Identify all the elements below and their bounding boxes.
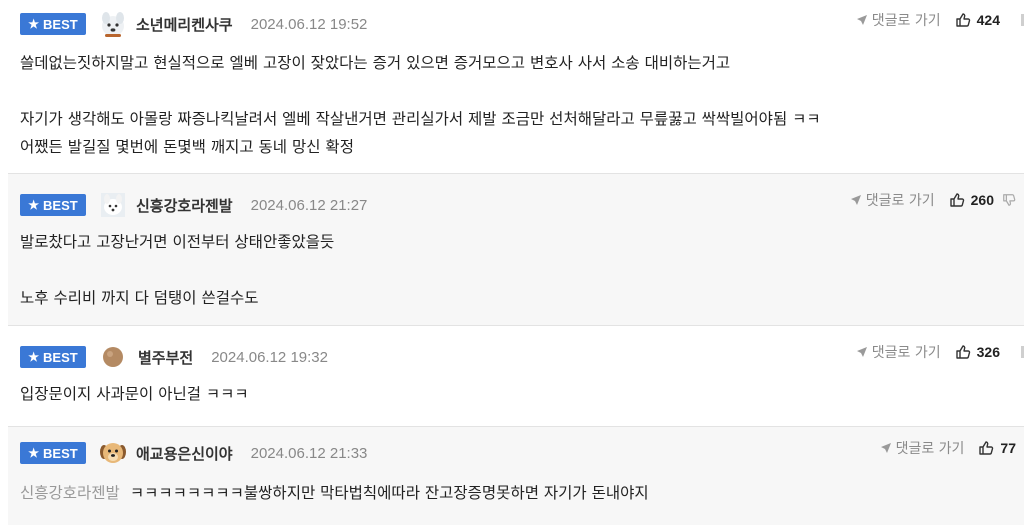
- best-badge: ★ BEST: [20, 13, 86, 35]
- arrow-icon: [856, 15, 867, 25]
- arrow-icon: [850, 195, 861, 205]
- comment-date: 2024.06.12 21:33: [250, 444, 368, 462]
- thumbs-up-icon: [979, 441, 994, 455]
- thumbs-up-icon: [949, 193, 964, 207]
- thumbs-up-icon: [955, 13, 970, 27]
- dislike-button[interactable]: [1002, 193, 1016, 207]
- thumbs-up-icon: [955, 345, 970, 359]
- white-dog-icon: [98, 190, 128, 220]
- comment-body: 쓸데없는짓하지말고 현실적으로 엘베 고장이 잦았다는 증거 있으면 증거모으고…: [20, 54, 821, 156]
- goto-reply-link[interactable]: 댓글로 가기: [856, 342, 941, 362]
- comment-item: ★ BEST 별주부전 2024.06.12 19:32 댓글로 가기 326 입…: [8, 326, 1024, 426]
- comment-body: 신흥강호라젠발 ㅋㅋㅋㅋㅋㅋㅋㅋ불쌍하지만 막타법칙에따라 잔고장증명못하면 자기…: [20, 484, 649, 502]
- comment-date: 2024.06.12 21:27: [250, 196, 368, 214]
- best-badge: ★ BEST: [20, 194, 86, 216]
- comment-body: 입장문이지 사과문이 아닌걸 ㅋㅋㅋ: [20, 385, 249, 403]
- comment-item: ★ BEST 애교용은신이야 2024.06.12 21:33 댓글로 가기 77…: [8, 427, 1024, 525]
- comment-author[interactable]: 애교용은신이야: [136, 443, 233, 464]
- comment-item: ★ BEST 신흥강호라젠발 2024.06.12 21:27 댓글로 가기 26…: [8, 174, 1024, 325]
- comment-date: 2024.06.12 19:52: [250, 15, 368, 33]
- comment-author[interactable]: 별주부전: [138, 347, 193, 368]
- star-icon: ★: [28, 198, 40, 212]
- reply-mention[interactable]: 신흥강호라젠발: [20, 484, 120, 502]
- thumbs-down-icon: [1003, 194, 1016, 206]
- comment-body: 발로찼다고 고장난거면 이전부터 상태안좋았을듯 노후 수리비 까지 다 덤탱이…: [20, 233, 335, 307]
- comment-date: 2024.06.12 19:32: [211, 348, 328, 366]
- arrow-icon: [856, 347, 867, 357]
- brown-ball-icon: [102, 342, 124, 372]
- goto-reply-link[interactable]: 댓글로 가기: [856, 10, 941, 30]
- arrow-icon: [880, 443, 891, 453]
- like-button[interactable]: 326: [955, 344, 1000, 360]
- comment-item: ★ BEST 소년메리켄사쿠 2024.06.12 19:52 댓글로 가기 42…: [8, 0, 1024, 173]
- white-puppy-icon: [98, 9, 128, 39]
- star-icon: ★: [28, 17, 40, 31]
- star-icon: ★: [28, 350, 40, 364]
- puppy-face-icon: [98, 438, 128, 468]
- comment-author[interactable]: 신흥강호라젠발: [136, 195, 233, 216]
- best-badge: ★ BEST: [20, 346, 86, 368]
- best-badge: ★ BEST: [20, 442, 86, 464]
- comment-author[interactable]: 소년메리켄사쿠: [136, 14, 233, 35]
- goto-reply-link[interactable]: 댓글로 가기: [880, 438, 964, 458]
- comment-list: ★ BEST 소년메리켄사쿠 2024.06.12 19:52 댓글로 가기 42…: [0, 0, 1024, 525]
- like-button[interactable]: 77: [978, 440, 1016, 456]
- star-icon: ★: [28, 446, 40, 460]
- like-button[interactable]: 424: [955, 12, 1000, 28]
- like-button[interactable]: 260: [949, 192, 994, 208]
- goto-reply-link[interactable]: 댓글로 가기: [850, 190, 935, 210]
